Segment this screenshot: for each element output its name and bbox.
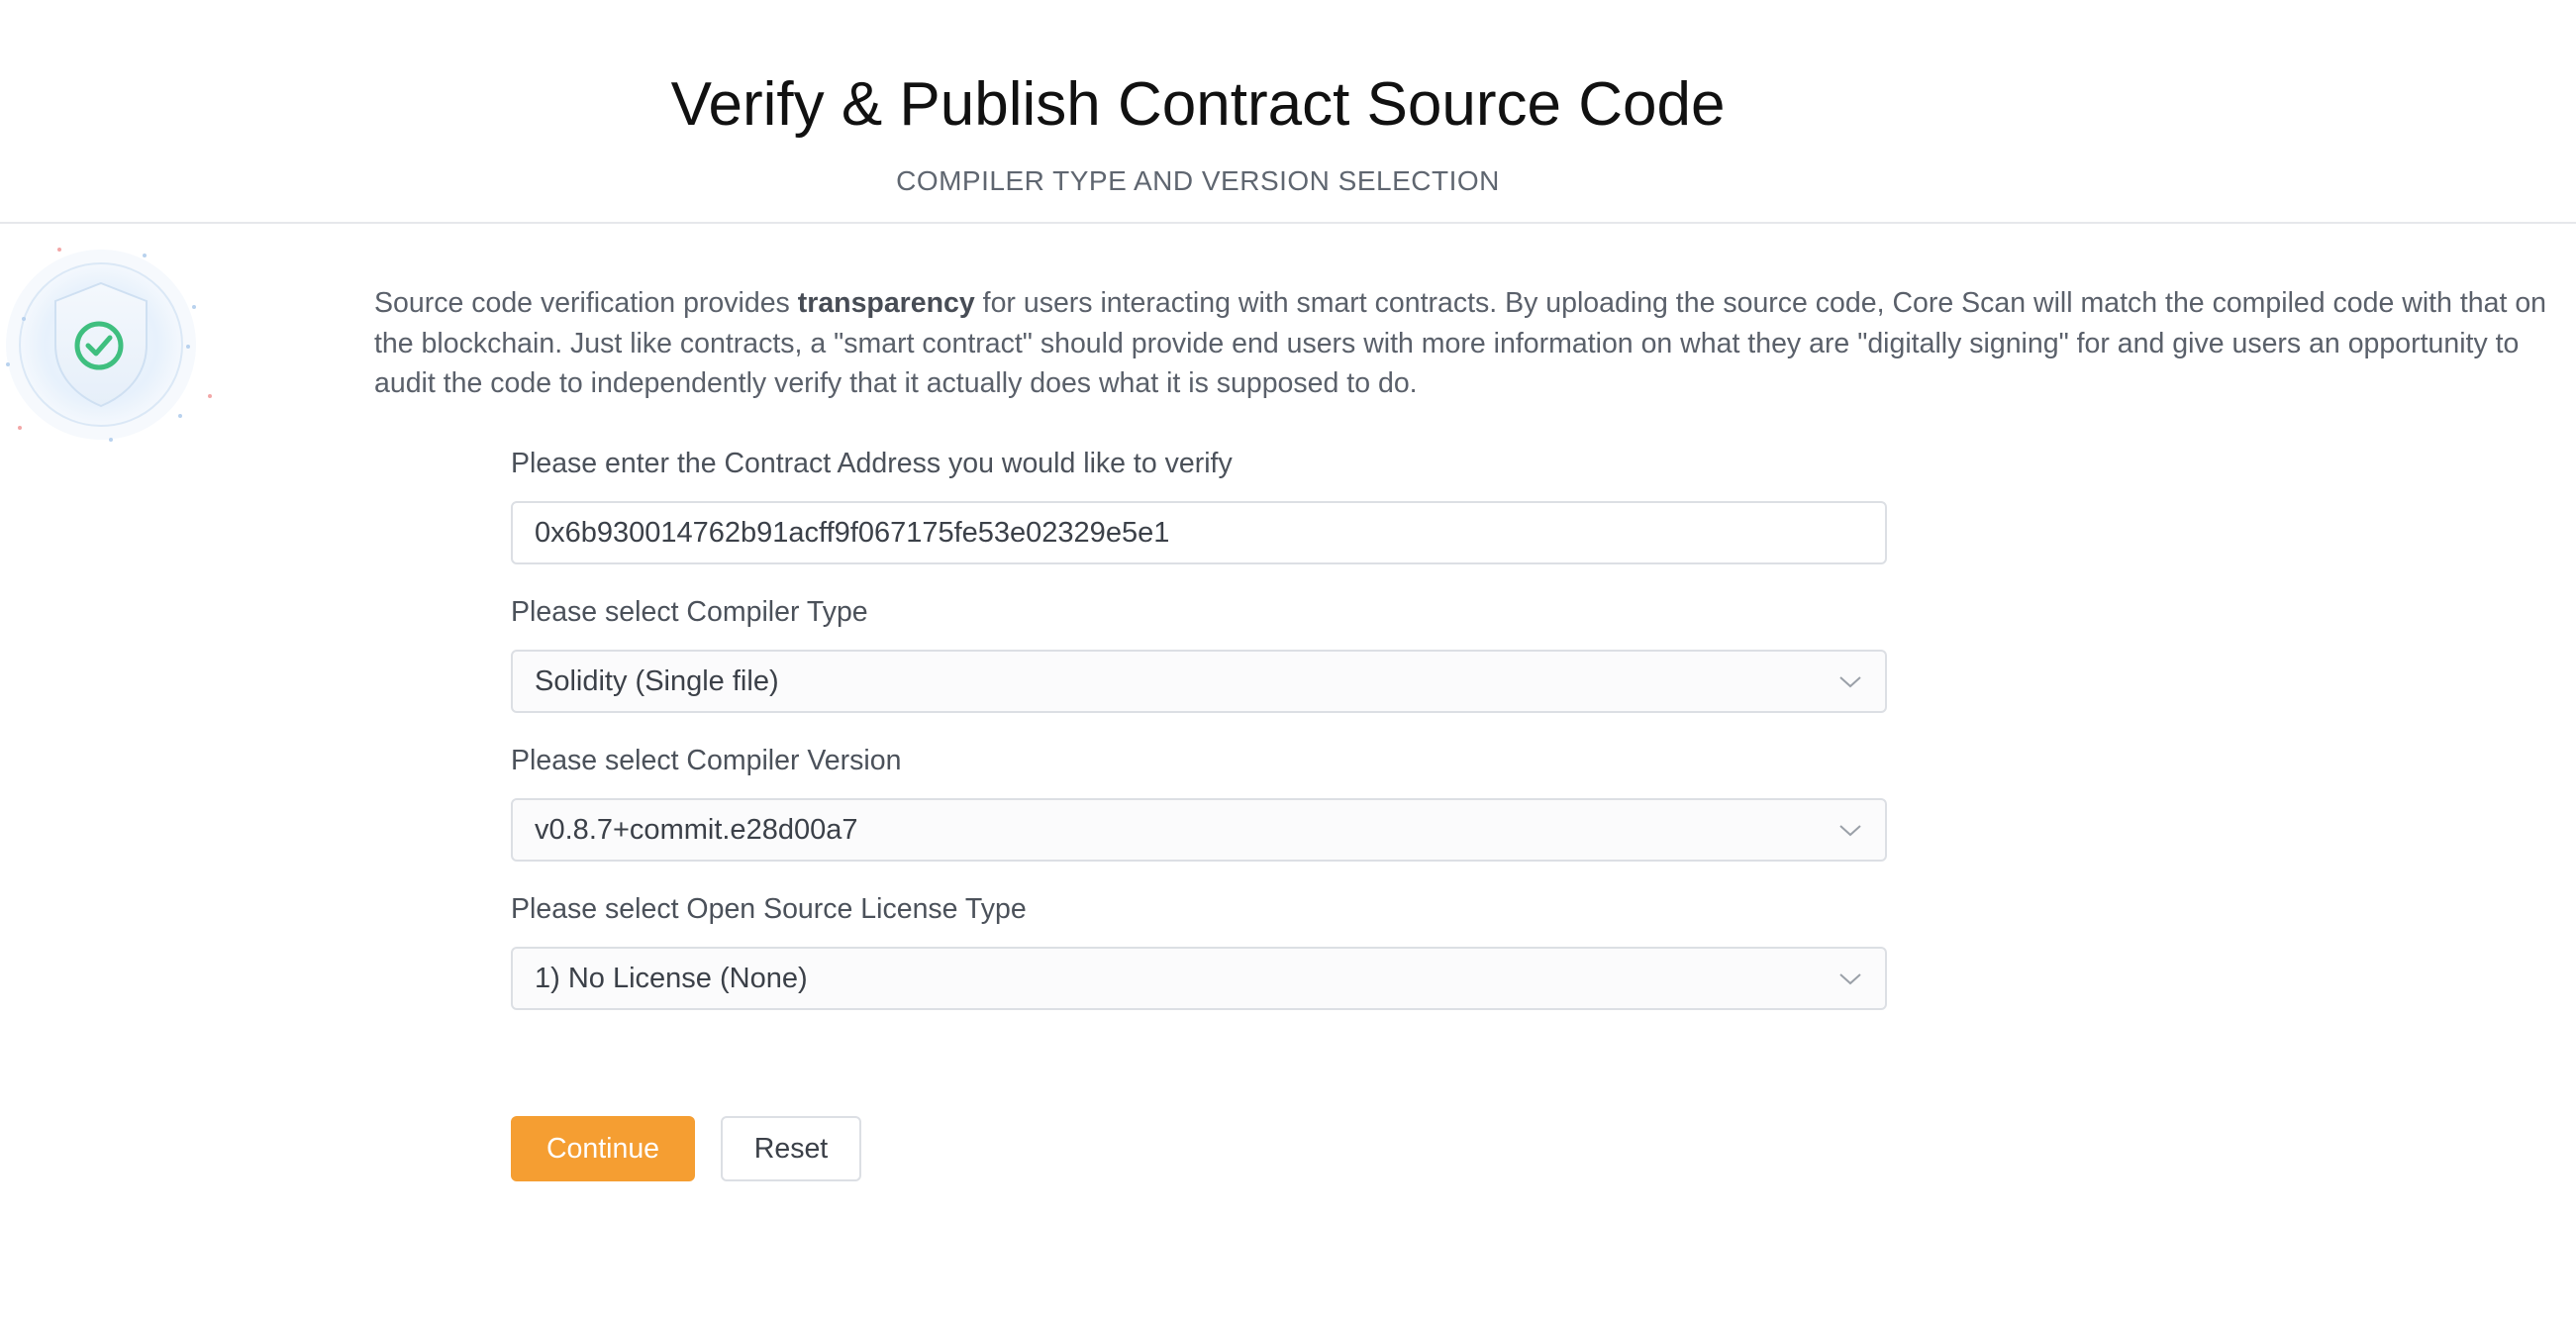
license-type-select[interactable]: 1) No License (None): [511, 947, 1887, 1010]
chevron-down-icon: [1839, 973, 1861, 985]
address-group: Please enter the Contract Address you wo…: [511, 444, 1889, 564]
intro-paragraph: Source code verification provides transp…: [374, 283, 2552, 404]
page-title: Verify & Publish Contract Source Code: [670, 70, 1726, 139]
intro-text-before: Source code verification provides: [374, 287, 798, 319]
verify-form: Please enter the Contract Address you wo…: [511, 444, 1889, 1038]
compiler-type-select[interactable]: Solidity (Single file): [511, 650, 1887, 713]
chevron-down-icon: [1839, 825, 1861, 837]
form-actions: Continue Reset: [511, 1116, 861, 1181]
license-group: Please select Open Source License Type 1…: [511, 889, 1889, 1010]
compiler-type-value: Solidity (Single file): [535, 664, 779, 697]
license-label: Please select Open Source License Type: [511, 893, 1027, 925]
page-header: Verify & Publish Contract Source Code CO…: [0, 0, 2576, 224]
intro-bold-text: transparency: [797, 287, 975, 319]
compiler-type-group: Please select Compiler Type Solidity (Si…: [511, 592, 1889, 713]
reset-button[interactable]: Reset: [721, 1116, 861, 1181]
contract-address-value: 0x6b930014762b91acff9f067175fe53e02329e5…: [535, 516, 1170, 549]
compiler-version-select[interactable]: v0.8.7+commit.e28d00a7: [511, 798, 1887, 862]
compiler-version-value: v0.8.7+commit.e28d00a7: [535, 813, 858, 846]
compiler-type-label: Please select Compiler Type: [511, 596, 868, 628]
shield-check-icon: [0, 236, 228, 454]
address-label: Please enter the Contract Address you wo…: [511, 448, 1233, 479]
continue-button[interactable]: Continue: [511, 1116, 695, 1181]
page-subtitle: COMPILER TYPE AND VERSION SELECTION: [896, 165, 1500, 196]
chevron-down-icon: [1839, 676, 1861, 688]
compiler-version-group: Please select Compiler Version v0.8.7+co…: [511, 741, 1889, 862]
contract-address-input[interactable]: 0x6b930014762b91acff9f067175fe53e02329e5…: [511, 501, 1887, 564]
compiler-version-label: Please select Compiler Version: [511, 745, 902, 776]
license-type-value: 1) No License (None): [535, 962, 808, 994]
